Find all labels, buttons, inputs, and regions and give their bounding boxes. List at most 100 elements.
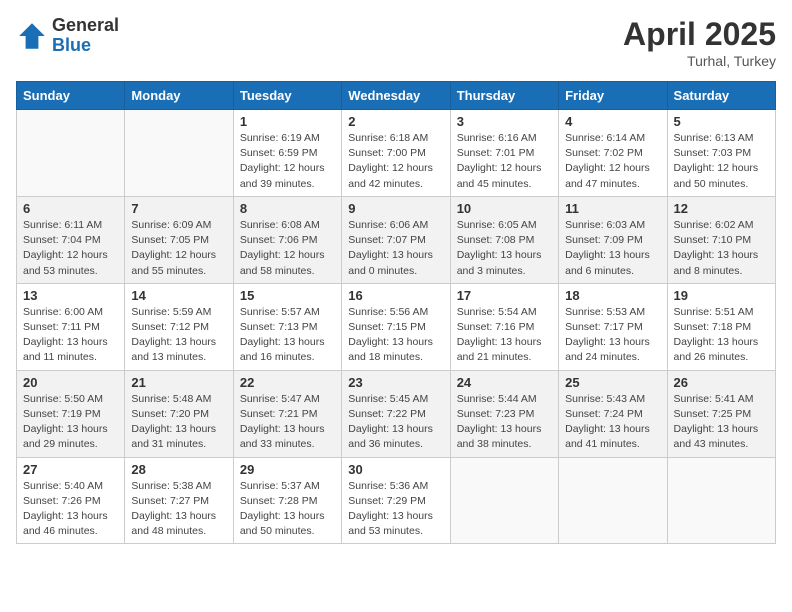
day-info: Sunrise: 5:56 AM Sunset: 7:15 PM Dayligh… — [348, 305, 443, 366]
weekday-header: Saturday — [667, 82, 775, 110]
calendar-day-cell: 30Sunrise: 5:36 AM Sunset: 7:29 PM Dayli… — [342, 457, 450, 544]
calendar-week-row: 1Sunrise: 6:19 AM Sunset: 6:59 PM Daylig… — [17, 110, 776, 197]
day-info: Sunrise: 5:57 AM Sunset: 7:13 PM Dayligh… — [240, 305, 335, 366]
day-info: Sunrise: 5:41 AM Sunset: 7:25 PM Dayligh… — [674, 392, 769, 453]
day-info: Sunrise: 5:47 AM Sunset: 7:21 PM Dayligh… — [240, 392, 335, 453]
day-number: 14 — [131, 288, 226, 303]
day-number: 2 — [348, 114, 443, 129]
calendar-day-cell: 12 Sunrise: 6:02 AM Sunset: 7:10 PM Dayli… — [667, 196, 775, 283]
day-info: Sunrise: 6:08 AM Sunset: 7:06 PM Dayligh… — [240, 218, 335, 279]
calendar-day-cell: 25 Sunrise: 5:43 AM Sunset: 7:24 PM Dayli… — [559, 370, 667, 457]
day-info: Sunrise: 5:45 AM Sunset: 7:22 PM Dayligh… — [348, 392, 443, 453]
weekday-header: Tuesday — [233, 82, 341, 110]
day-info: Sunrise: 5:44 AM Sunset: 7:23 PM Dayligh… — [457, 392, 552, 453]
calendar-day-cell: 16 Sunrise: 5:56 AM Sunset: 7:15 PM Dayli… — [342, 283, 450, 370]
day-info: Sunrise: 5:54 AM Sunset: 7:16 PM Dayligh… — [457, 305, 552, 366]
calendar-day-cell: 18 Sunrise: 5:53 AM Sunset: 7:17 PM Dayli… — [559, 283, 667, 370]
month-title: April 2025 — [623, 16, 776, 53]
day-number: 27 — [23, 462, 118, 477]
day-number: 24 — [457, 375, 552, 390]
day-info: Sunrise: 6:14 AM Sunset: 7:02 PM Dayligh… — [565, 131, 660, 192]
day-number: 15 — [240, 288, 335, 303]
day-number: 11 — [565, 201, 660, 216]
page-header: General Blue April 2025 Turhal, Turkey — [16, 16, 776, 69]
calendar-day-cell — [450, 457, 558, 544]
calendar-week-row: 27 Sunrise: 5:40 AM Sunset: 7:26 PM Dayli… — [17, 457, 776, 544]
day-number: 16 — [348, 288, 443, 303]
calendar-day-cell: 29 Sunrise: 5:37 AM Sunset: 7:28 PM Dayli… — [233, 457, 341, 544]
logo-icon — [16, 20, 48, 52]
day-number: 21 — [131, 375, 226, 390]
weekday-header: Monday — [125, 82, 233, 110]
calendar-day-cell: 15 Sunrise: 5:57 AM Sunset: 7:13 PM Dayli… — [233, 283, 341, 370]
logo-blue-text: Blue — [52, 36, 119, 56]
title-block: April 2025 Turhal, Turkey — [623, 16, 776, 69]
day-info: Sunrise: 5:36 AM Sunset: 7:29 PM Dayligh… — [348, 479, 443, 540]
day-number: 4 — [565, 114, 660, 129]
day-number: 29 — [240, 462, 335, 477]
location: Turhal, Turkey — [623, 53, 776, 69]
calendar-day-cell — [17, 110, 125, 197]
calendar-day-cell: 11 Sunrise: 6:03 AM Sunset: 7:09 PM Dayli… — [559, 196, 667, 283]
calendar-day-cell: 27 Sunrise: 5:40 AM Sunset: 7:26 PM Dayli… — [17, 457, 125, 544]
day-number: 25 — [565, 375, 660, 390]
weekday-header: Friday — [559, 82, 667, 110]
day-info: Sunrise: 6:05 AM Sunset: 7:08 PM Dayligh… — [457, 218, 552, 279]
day-info: Sunrise: 6:09 AM Sunset: 7:05 PM Dayligh… — [131, 218, 226, 279]
day-number: 13 — [23, 288, 118, 303]
calendar-day-cell: 23 Sunrise: 5:45 AM Sunset: 7:22 PM Dayli… — [342, 370, 450, 457]
day-info: Sunrise: 5:51 AM Sunset: 7:18 PM Dayligh… — [674, 305, 769, 366]
day-info: Sunrise: 6:06 AM Sunset: 7:07 PM Dayligh… — [348, 218, 443, 279]
calendar-day-cell: 1Sunrise: 6:19 AM Sunset: 6:59 PM Daylig… — [233, 110, 341, 197]
calendar-day-cell: 24 Sunrise: 5:44 AM Sunset: 7:23 PM Dayli… — [450, 370, 558, 457]
day-info: Sunrise: 5:40 AM Sunset: 7:26 PM Dayligh… — [23, 479, 118, 540]
calendar-header-row: SundayMondayTuesdayWednesdayThursdayFrid… — [17, 82, 776, 110]
day-info: Sunrise: 6:16 AM Sunset: 7:01 PM Dayligh… — [457, 131, 552, 192]
day-info: Sunrise: 5:38 AM Sunset: 7:27 PM Dayligh… — [131, 479, 226, 540]
day-info: Sunrise: 6:03 AM Sunset: 7:09 PM Dayligh… — [565, 218, 660, 279]
day-info: Sunrise: 5:37 AM Sunset: 7:28 PM Dayligh… — [240, 479, 335, 540]
logo: General Blue — [16, 16, 119, 56]
day-number: 17 — [457, 288, 552, 303]
calendar-week-row: 6Sunrise: 6:11 AM Sunset: 7:04 PM Daylig… — [17, 196, 776, 283]
calendar-day-cell: 5 Sunrise: 6:13 AM Sunset: 7:03 PM Daylig… — [667, 110, 775, 197]
calendar-day-cell: 3Sunrise: 6:16 AM Sunset: 7:01 PM Daylig… — [450, 110, 558, 197]
day-info: Sunrise: 6:13 AM Sunset: 7:03 PM Dayligh… — [674, 131, 769, 192]
day-number: 7 — [131, 201, 226, 216]
day-info: Sunrise: 5:48 AM Sunset: 7:20 PM Dayligh… — [131, 392, 226, 453]
calendar-day-cell — [559, 457, 667, 544]
calendar-day-cell: 8 Sunrise: 6:08 AM Sunset: 7:06 PM Daylig… — [233, 196, 341, 283]
calendar-day-cell: 22Sunrise: 5:47 AM Sunset: 7:21 PM Dayli… — [233, 370, 341, 457]
day-number: 12 — [674, 201, 769, 216]
day-number: 6 — [23, 201, 118, 216]
calendar-day-cell: 7 Sunrise: 6:09 AM Sunset: 7:05 PM Daylig… — [125, 196, 233, 283]
weekday-header: Wednesday — [342, 82, 450, 110]
calendar-day-cell — [667, 457, 775, 544]
calendar-day-cell: 6Sunrise: 6:11 AM Sunset: 7:04 PM Daylig… — [17, 196, 125, 283]
day-number: 26 — [674, 375, 769, 390]
day-info: Sunrise: 5:43 AM Sunset: 7:24 PM Dayligh… — [565, 392, 660, 453]
calendar-day-cell: 4 Sunrise: 6:14 AM Sunset: 7:02 PM Daylig… — [559, 110, 667, 197]
day-number: 8 — [240, 201, 335, 216]
calendar-day-cell: 20Sunrise: 5:50 AM Sunset: 7:19 PM Dayli… — [17, 370, 125, 457]
day-info: Sunrise: 5:53 AM Sunset: 7:17 PM Dayligh… — [565, 305, 660, 366]
calendar-day-cell: 2Sunrise: 6:18 AM Sunset: 7:00 PM Daylig… — [342, 110, 450, 197]
day-info: Sunrise: 6:02 AM Sunset: 7:10 PM Dayligh… — [674, 218, 769, 279]
day-info: Sunrise: 5:59 AM Sunset: 7:12 PM Dayligh… — [131, 305, 226, 366]
calendar-day-cell: 13Sunrise: 6:00 AM Sunset: 7:11 PM Dayli… — [17, 283, 125, 370]
calendar-day-cell: 21 Sunrise: 5:48 AM Sunset: 7:20 PM Dayli… — [125, 370, 233, 457]
calendar-day-cell: 17 Sunrise: 5:54 AM Sunset: 7:16 PM Dayli… — [450, 283, 558, 370]
day-number: 1 — [240, 114, 335, 129]
calendar-day-cell: 28 Sunrise: 5:38 AM Sunset: 7:27 PM Dayli… — [125, 457, 233, 544]
calendar-day-cell: 19Sunrise: 5:51 AM Sunset: 7:18 PM Dayli… — [667, 283, 775, 370]
day-number: 18 — [565, 288, 660, 303]
day-info: Sunrise: 5:50 AM Sunset: 7:19 PM Dayligh… — [23, 392, 118, 453]
day-number: 28 — [131, 462, 226, 477]
calendar-week-row: 20Sunrise: 5:50 AM Sunset: 7:19 PM Dayli… — [17, 370, 776, 457]
day-number: 5 — [674, 114, 769, 129]
day-number: 23 — [348, 375, 443, 390]
calendar-day-cell: 26 Sunrise: 5:41 AM Sunset: 7:25 PM Dayli… — [667, 370, 775, 457]
calendar-day-cell: 9 Sunrise: 6:06 AM Sunset: 7:07 PM Daylig… — [342, 196, 450, 283]
logo-general-text: General — [52, 16, 119, 36]
day-number: 9 — [348, 201, 443, 216]
